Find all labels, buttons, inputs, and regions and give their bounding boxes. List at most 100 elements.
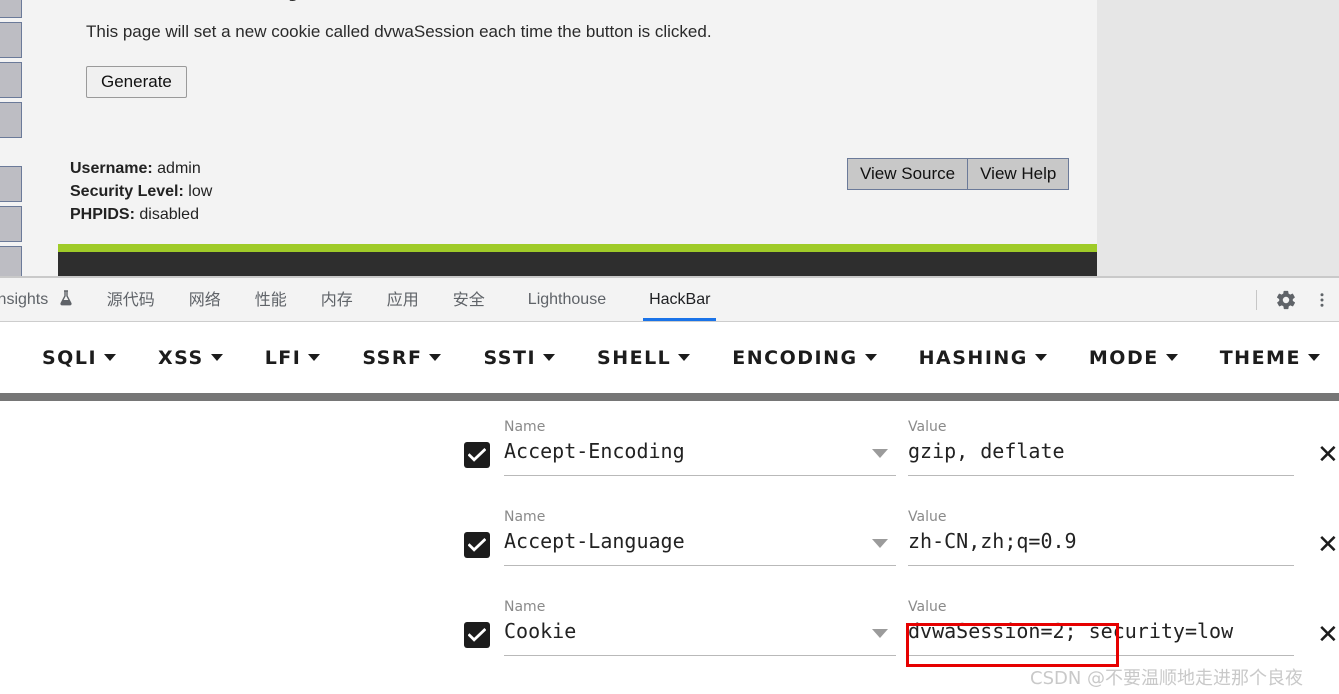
header-value-input[interactable]: zh-CN,zh;q=0.9 <box>908 529 1077 553</box>
header-enabled-checkbox[interactable] <box>464 532 490 558</box>
phpids-value: disabled <box>139 206 199 223</box>
field-underline <box>908 565 1294 566</box>
view-source-button[interactable]: View Source <box>847 158 969 190</box>
sidebar-item-1[interactable] <box>0 0 22 18</box>
dvwa-sidebar-background <box>22 0 52 278</box>
sidebar-item-4[interactable] <box>0 102 22 138</box>
header-value-input[interactable]: gzip, deflate <box>908 439 1065 463</box>
close-icon[interactable]: ✕ <box>1317 622 1339 648</box>
hackbar-section-divider <box>0 393 1339 401</box>
header-enabled-checkbox[interactable] <box>464 442 490 468</box>
tab-hackbar[interactable]: HackBar <box>643 278 717 321</box>
header-value-input[interactable]: dvwaSession=2; security=low <box>908 619 1233 643</box>
chevron-down-icon <box>1307 354 1320 361</box>
view-help-button[interactable]: View Help <box>968 158 1070 190</box>
chevron-down-icon[interactable] <box>872 539 888 548</box>
username-value: admin <box>157 160 201 177</box>
sidebar-divider <box>0 142 22 166</box>
table-row: Name Accept-Language Value zh-CN,zh;q=0.… <box>0 491 1339 581</box>
chevron-down-icon <box>104 354 117 361</box>
dvwa-action-buttons: View Source View Help <box>847 158 1070 190</box>
menu-theme[interactable]: THEME <box>1220 347 1320 369</box>
menu-lfi[interactable]: LFI <box>265 347 321 369</box>
browser-page-region: y This page will set a new cookie called… <box>0 0 1339 278</box>
header-enabled-checkbox[interactable] <box>464 622 490 648</box>
field-underline <box>504 475 896 476</box>
tab-insights[interactable]: insights <box>0 278 73 321</box>
header-name-label: Name <box>504 419 546 435</box>
dvwa-content-panel: y This page will set a new cookie called… <box>52 0 1097 278</box>
sidebar-item-3[interactable] <box>0 62 22 98</box>
menu-lfi-label: LFI <box>264 346 302 369</box>
menu-ssrf[interactable]: SSRF <box>362 346 442 369</box>
menu-hashing[interactable]: HASHING <box>919 347 1047 369</box>
phpids-line: PHPIDS: disabled <box>70 203 212 226</box>
tab-memory[interactable]: 内存 <box>321 278 353 321</box>
menu-hashing-label: HASHING <box>918 346 1028 369</box>
page-title: y <box>288 0 307 3</box>
header-name-label: Name <box>504 599 546 615</box>
sidebar-item-2[interactable] <box>0 22 22 58</box>
header-value-label: Value <box>908 509 947 525</box>
chevron-down-icon <box>429 354 442 361</box>
toolbar-divider <box>1256 289 1257 310</box>
tab-insights-label: insights <box>0 291 49 308</box>
phpids-label: PHPIDS: <box>70 206 135 223</box>
menu-theme-label: THEME <box>1219 346 1301 369</box>
menu-ssrf-label: SSRF <box>362 346 423 369</box>
menu-sqli-label: SQLI <box>42 346 98 369</box>
chevron-down-icon[interactable] <box>872 449 888 458</box>
menu-xss[interactable]: XSS <box>158 347 223 369</box>
tab-lighthouse[interactable]: Lighthouse <box>528 278 606 321</box>
menu-ssti-label: SSTI <box>483 346 537 369</box>
menu-shell[interactable]: SHELL <box>597 346 691 369</box>
dvwa-accent-bar <box>58 244 1097 252</box>
hackbar-menu-bar: SQLI XSS LFI SSRF SSTI SHELL ENCODING HA… <box>0 322 1339 393</box>
tab-network[interactable]: 网络 <box>189 278 221 321</box>
generate-button[interactable]: Generate <box>86 66 187 98</box>
username-line: Username: admin <box>70 157 212 180</box>
menu-encoding[interactable]: ENCODING <box>732 346 877 369</box>
chevron-down-icon <box>210 354 223 361</box>
page-description: This page will set a new cookie called d… <box>86 22 712 41</box>
chevron-down-icon[interactable] <box>872 629 888 638</box>
menu-mode[interactable]: MODE <box>1089 347 1178 369</box>
header-name-input[interactable]: Cookie <box>504 619 576 643</box>
security-level-line: Security Level: low <box>70 180 212 203</box>
menu-shell-label: SHELL <box>597 346 672 369</box>
field-underline <box>908 475 1294 476</box>
watermark: CSDN @不要温顺地走进那个良夜 <box>1030 668 1304 689</box>
request-headers-panel: Name Accept-Encoding Value gzip, deflate… <box>0 401 1339 694</box>
close-icon[interactable]: ✕ <box>1317 442 1339 468</box>
dvwa-footer <box>58 252 1097 278</box>
dvwa-sidebar-nav <box>0 0 22 278</box>
tab-application[interactable]: 应用 <box>387 278 419 321</box>
tab-security[interactable]: 安全 <box>453 278 485 321</box>
tab-sources[interactable]: 源代码 <box>107 278 155 321</box>
sidebar-item-7[interactable] <box>0 246 22 278</box>
devtools-tab-bar: insights 源代码 网络 性能 内存 应用 安全 Lighthouse H… <box>0 278 1339 322</box>
tab-performance[interactable]: 性能 <box>255 278 287 321</box>
field-underline <box>908 655 1294 656</box>
more-vertical-icon[interactable] <box>1313 289 1331 311</box>
menu-ssti[interactable]: SSTI <box>483 346 556 369</box>
chevron-down-icon <box>1165 354 1178 361</box>
chevron-down-icon <box>678 354 691 361</box>
session-info: Username: admin Security Level: low PHPI… <box>70 157 212 226</box>
security-level-label: Security Level: <box>70 183 184 200</box>
header-name-input[interactable]: Accept-Encoding <box>504 439 685 463</box>
chevron-down-icon <box>543 354 556 361</box>
chevron-down-icon <box>308 354 321 361</box>
menu-mode-label: MODE <box>1088 346 1159 369</box>
flask-icon <box>59 280 73 323</box>
menu-sqli[interactable]: SQLI <box>42 346 117 369</box>
close-icon[interactable]: ✕ <box>1317 532 1339 558</box>
menu-encoding-label: ENCODING <box>732 346 858 369</box>
header-value-label: Value <box>908 599 947 615</box>
gear-icon[interactable] <box>1275 289 1297 311</box>
sidebar-item-5[interactable] <box>0 166 22 202</box>
header-name-label: Name <box>504 509 546 525</box>
header-name-input[interactable]: Accept-Language <box>504 529 685 553</box>
sidebar-item-6[interactable] <box>0 206 22 242</box>
table-row: Name Accept-Encoding Value gzip, deflate… <box>0 401 1339 491</box>
